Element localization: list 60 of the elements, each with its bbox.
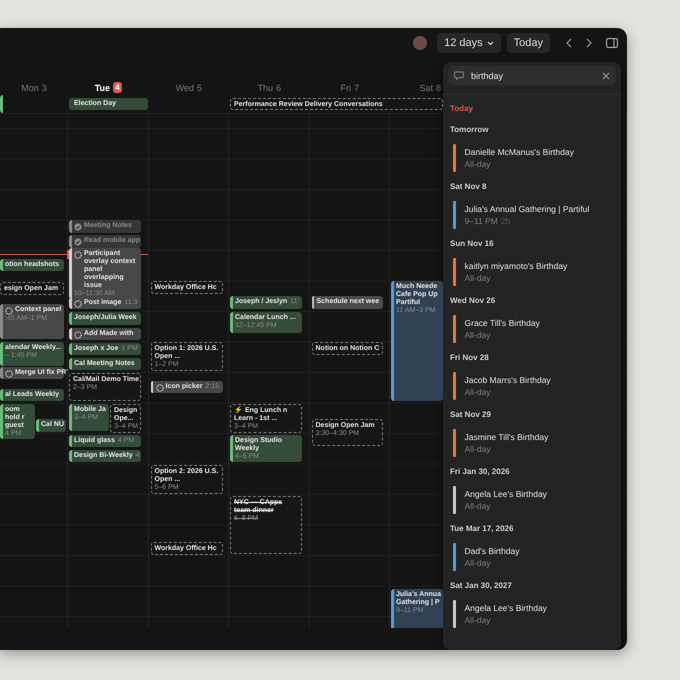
day-date: 6 [276,82,282,92]
today-button[interactable]: Today [506,33,550,53]
result-time: All-day [464,614,490,626]
date-heading: Sun Nov 16 [450,238,495,249]
caret-icon [486,40,494,46]
date-heading: Fri Jan 30, 2026 [450,466,511,477]
search-icon [454,70,465,80]
result-time: All-day [464,158,490,170]
chevron-right-icon[interactable] [586,38,592,48]
date-heading: Tue Mar 17, 2026 [450,523,514,534]
day-label: Mon [21,82,39,92]
result-title[interactable]: Angela Lee's Birthday [464,602,547,614]
today-date-badge: 4 [113,82,122,93]
result-title[interactable]: Jasmine Till's Birthday [464,431,548,443]
result-title[interactable]: Jacob Marrs's Birthday [464,374,551,386]
result-title[interactable]: Grace Till's Birthday [464,317,540,329]
current-time-marker [67,250,68,259]
circle-icon[interactable] [74,250,82,258]
result-time: All-day [464,272,490,284]
result-duration: 2h [500,215,510,227]
day-label: Sat [419,82,433,92]
result-title[interactable]: Angela Lee's Birthday [464,488,547,500]
result-time: All-day [464,386,490,398]
date-heading: Today [450,103,474,114]
date-heading: Sat Nov 8 [450,181,488,192]
date-heading: Tomorrow [450,124,490,135]
result-time: 9–11 PM [464,215,498,227]
date-heading: Sat Nov 29 [450,409,492,420]
date-heading: Fri Nov 28 [450,352,490,363]
check-circle-icon[interactable] [74,222,82,230]
result-time: All-day [464,500,490,512]
circle-icon[interactable] [156,384,164,392]
result-time: All-day [464,557,490,569]
day-date: 3 [42,82,47,92]
chevron-left-icon[interactable] [566,38,572,48]
result-title[interactable]: kaitlyn miyamoto's Birthday [464,260,568,272]
result-time: All-day [464,329,490,341]
circle-icon[interactable] [74,300,82,308]
sidebar-icon[interactable] [606,38,618,48]
day-label: Fri [340,82,351,92]
day-label: Tue [94,82,110,92]
day-label: Thu [257,82,273,92]
result-time: All-day [464,443,490,455]
date-heading: Wed Nov 26 [450,295,496,306]
range-dropdown[interactable]: 12 days [437,33,501,53]
day-date: 5 [196,82,202,92]
result-title[interactable]: Danielle McManus's Birthday [464,146,574,158]
day-date: 8 [436,82,442,92]
result-title[interactable]: Dad's Birthday [464,545,520,557]
close-icon[interactable] [602,72,610,80]
result-title[interactable]: Julia's Annual Gathering | Partiful [464,203,590,215]
day-date: 7 [354,82,359,92]
circle-icon[interactable] [5,370,13,378]
circle-icon[interactable] [74,330,82,338]
search-input[interactable]: birthday [471,70,596,80]
day-label: Wed [176,82,194,92]
circle-icon[interactable] [5,306,13,314]
date-heading: Sat Jan 30, 2027 [450,580,513,591]
search-bar[interactable]: birthday [448,66,616,85]
check-circle-icon[interactable] [74,238,82,246]
